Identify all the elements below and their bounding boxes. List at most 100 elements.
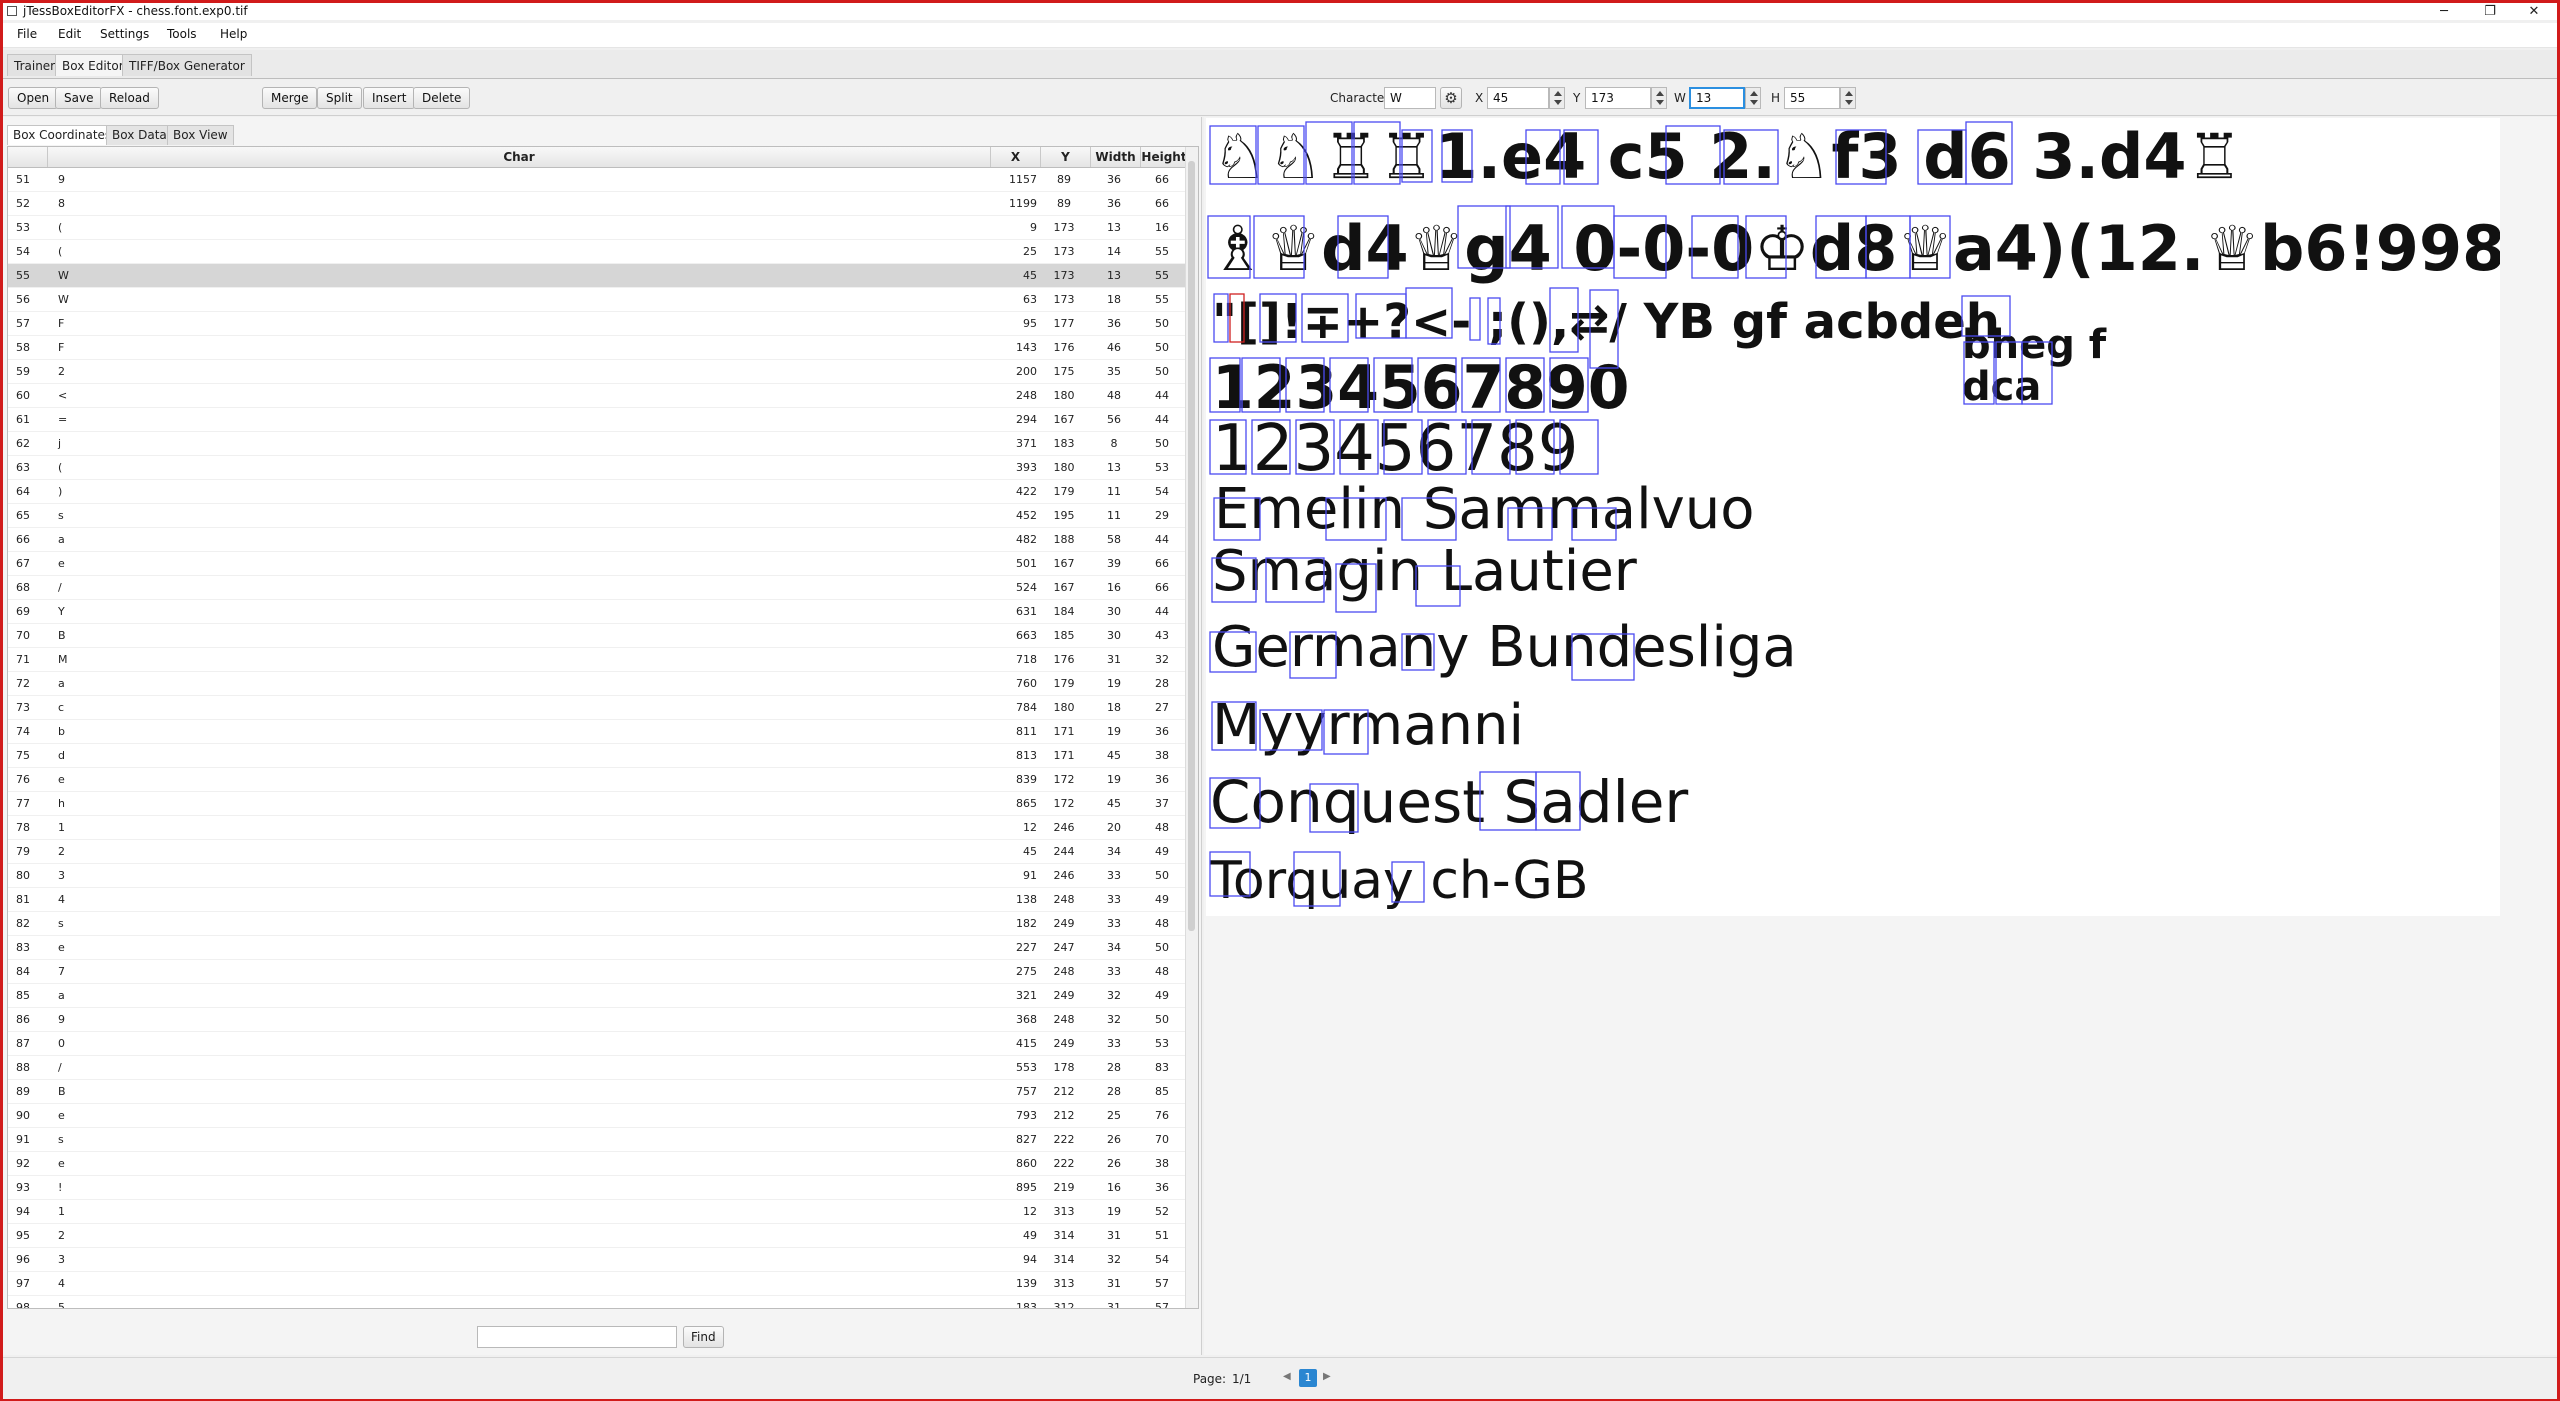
tab-tiff-box-generator[interactable]: TIFF/Box Generator: [122, 54, 252, 76]
tab-box-view[interactable]: Box View: [167, 125, 234, 145]
scrollbar-thumb[interactable]: [1188, 161, 1195, 931]
delete-button[interactable]: Delete: [413, 87, 471, 109]
tab-box-data[interactable]: Box Data: [106, 125, 173, 145]
table-row[interactable]: 83 e 227 247 34 50: [8, 936, 1188, 960]
table-row[interactable]: 57 F 95 177 36 50: [8, 312, 1188, 336]
x-cell: 9: [1030, 221, 1037, 234]
table-row[interactable]: 54 (25 173 14 55: [8, 240, 1188, 264]
find-input[interactable]: [477, 1326, 677, 1348]
maximize-button[interactable]: ❐: [2467, 3, 2513, 20]
table-row[interactable]: 55 W 45 173 13 55: [8, 264, 1188, 288]
table-row[interactable]: 58 F 143 176 46 50: [8, 336, 1188, 360]
w-spinner[interactable]: [1745, 87, 1761, 109]
insert-button[interactable]: Insert: [363, 87, 416, 109]
minimize-button[interactable]: ─: [2421, 3, 2467, 20]
tab-box-editor[interactable]: Box Editor: [55, 54, 131, 76]
header-height[interactable]: Height: [1141, 147, 1188, 167]
close-button[interactable]: ✕: [2511, 3, 2557, 20]
table-row[interactable]: 62 j 371 183 8 50: [8, 432, 1188, 456]
glyph-image-canvas[interactable]: ♘♘♖♖1.e4 c5 2.♘f3 d6 3.d4♖ ♗♕d4♕g4 0-0-0…: [1206, 118, 2500, 916]
tab-trainer[interactable]: Trainer: [7, 54, 63, 76]
menu-settings[interactable]: Settings: [100, 27, 149, 41]
menu-edit[interactable]: Edit: [58, 27, 81, 41]
table-row[interactable]: 76 e 839 172 19 36: [8, 768, 1188, 792]
width-cell: 33: [1107, 965, 1121, 978]
menu-tools[interactable]: Tools: [167, 27, 197, 41]
find-button[interactable]: Find: [683, 1326, 724, 1348]
table-row[interactable]: 63 (393 180 13 53: [8, 456, 1188, 480]
table-row[interactable]: 96 3 94 314 32 54: [8, 1248, 1188, 1272]
table-row[interactable]: 61 = 294 167 56 44: [8, 408, 1188, 432]
save-button[interactable]: Save: [55, 87, 103, 109]
table-row[interactable]: 71 M 718 176 31 32: [8, 648, 1188, 672]
table-row[interactable]: 81 4 138 248 33 49: [8, 888, 1188, 912]
table-row[interactable]: 59 2 200 175 35 50: [8, 360, 1188, 384]
y-cell: 185: [1053, 629, 1075, 642]
table-row[interactable]: 93! 895 219 16 36: [8, 1176, 1188, 1200]
header-y[interactable]: Y: [1041, 147, 1091, 167]
table-row[interactable]: 60 <248 180 48 44: [8, 384, 1188, 408]
header-width[interactable]: Width: [1091, 147, 1141, 167]
table-row[interactable]: 97 4 139 313 31 57: [8, 1272, 1188, 1296]
table-row[interactable]: 86 9 368 248 32 50: [8, 1008, 1188, 1032]
table-row[interactable]: 51 9 1157 89 36 66: [8, 168, 1188, 192]
table-row[interactable]: 98 5 183 312 31 57: [8, 1296, 1188, 1308]
table-row[interactable]: 77 h 865 172 45 37: [8, 792, 1188, 816]
table-row[interactable]: 84 7 275 248 33 48: [8, 960, 1188, 984]
reload-button[interactable]: Reload: [100, 87, 159, 109]
x-label: X: [1475, 91, 1484, 105]
table-row[interactable]: 82 s 182 249 33 48: [8, 912, 1188, 936]
table-row[interactable]: 75 d 813 171 45 38: [8, 744, 1188, 768]
table-scrollbar[interactable]: [1185, 147, 1198, 1308]
table-row[interactable]: 78 1 12 246 20 48: [8, 816, 1188, 840]
table-row[interactable]: 67 e 501 167 39 66: [8, 552, 1188, 576]
y-cell: 89: [1057, 197, 1071, 210]
x-field[interactable]: 45: [1487, 87, 1549, 109]
table-row[interactable]: 88 / 553 178 28 83: [8, 1056, 1188, 1080]
current-page-button[interactable]: 1: [1299, 1369, 1317, 1387]
table-row[interactable]: 73 c 784 180 18 27: [8, 696, 1188, 720]
table-row[interactable]: 91 s 827 222 26 70: [8, 1128, 1188, 1152]
table-row[interactable]: 69 Y 631 184 30 44: [8, 600, 1188, 624]
h-spinner[interactable]: [1840, 87, 1856, 109]
table-row[interactable]: 53 (9 173 13 16: [8, 216, 1188, 240]
table-row[interactable]: 87 0 415 249 33 53: [8, 1032, 1188, 1056]
previous-page-icon[interactable]: ◀: [1283, 1371, 1291, 1382]
table-row[interactable]: 74 b 811 171 19 36: [8, 720, 1188, 744]
table-row[interactable]: 52 8 1199 89 36 66: [8, 192, 1188, 216]
character-field[interactable]: W: [1384, 87, 1436, 109]
menu-help[interactable]: Help: [220, 27, 247, 41]
table-row[interactable]: 70 B 663 185 30 43: [8, 624, 1188, 648]
menu-file[interactable]: File: [17, 27, 37, 41]
row-index: 57: [16, 317, 30, 330]
x-spinner[interactable]: [1549, 87, 1565, 109]
table-row[interactable]: 65 s 452 195 11 29: [8, 504, 1188, 528]
y-spinner[interactable]: [1651, 87, 1667, 109]
next-page-icon[interactable]: ▶: [1323, 1371, 1331, 1382]
table-row[interactable]: 72 a 760 179 19 28: [8, 672, 1188, 696]
table-row[interactable]: 68 / 524 167 16 66: [8, 576, 1188, 600]
table-row[interactable]: 79 2 45 244 34 49: [8, 840, 1188, 864]
table-row[interactable]: 90 e 793 212 25 76: [8, 1104, 1188, 1128]
table-row[interactable]: 92 e 860 222 26 38: [8, 1152, 1188, 1176]
h-field[interactable]: 55: [1784, 87, 1840, 109]
merge-button[interactable]: Merge: [262, 87, 318, 109]
table-row[interactable]: 89 B 757 212 28 85: [8, 1080, 1188, 1104]
char-cell: b: [58, 725, 65, 738]
y-field[interactable]: 173: [1585, 87, 1651, 109]
table-row[interactable]: 56 W 63 173 18 55: [8, 288, 1188, 312]
open-button[interactable]: Open: [8, 87, 59, 109]
table-row[interactable]: 66 a 482 188 58 44: [8, 528, 1188, 552]
split-button[interactable]: Split: [317, 87, 362, 109]
header-x[interactable]: X: [991, 147, 1041, 167]
table-row[interactable]: 85 a 321 249 32 49: [8, 984, 1188, 1008]
header-char[interactable]: Char: [48, 147, 991, 167]
w-field[interactable]: 13: [1689, 87, 1745, 109]
table-row[interactable]: 94 1 12 313 19 52: [8, 1200, 1188, 1224]
x-cell: 1199: [1009, 197, 1037, 210]
table-row[interactable]: 80 3 91 246 33 50: [8, 864, 1188, 888]
table-row[interactable]: 64) 422 179 11 54: [8, 480, 1188, 504]
gear-icon[interactable]: ⚙: [1440, 87, 1462, 109]
tab-box-coordinates[interactable]: Box Coordinates: [7, 125, 118, 145]
table-row[interactable]: 95 2 49 314 31 51: [8, 1224, 1188, 1248]
